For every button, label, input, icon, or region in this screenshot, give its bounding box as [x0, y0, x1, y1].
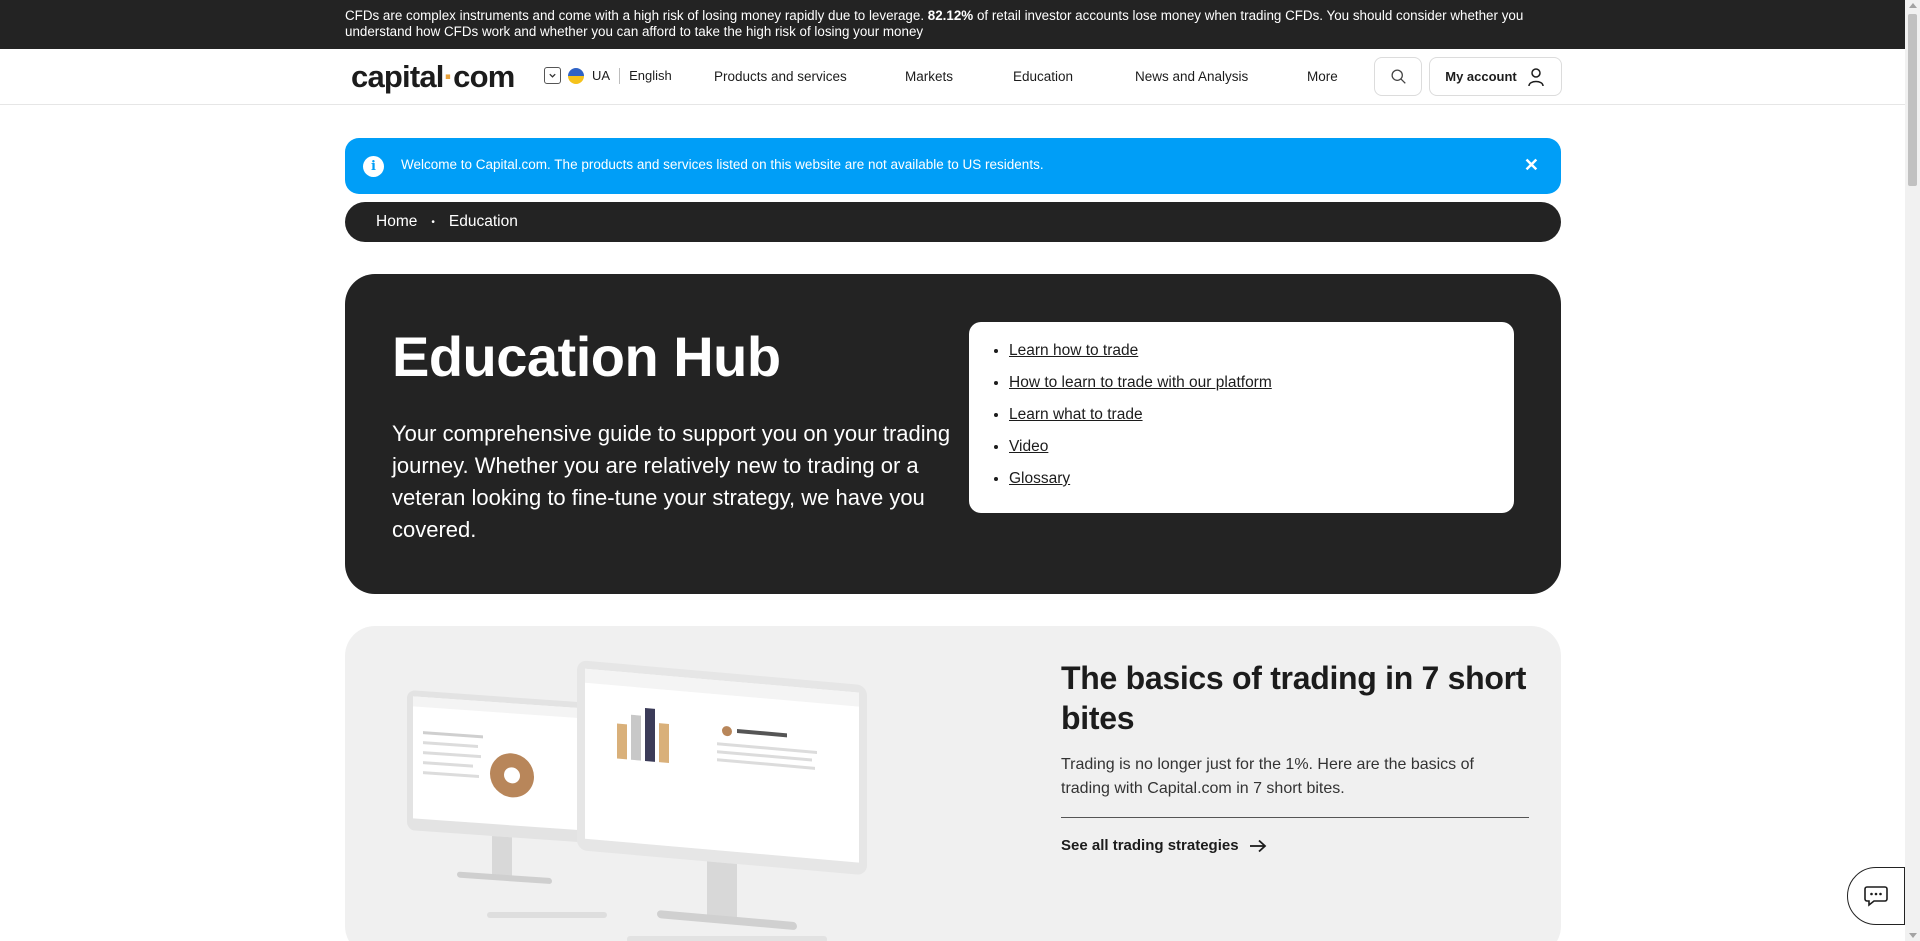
list-item: Learn how to trade: [1009, 341, 1514, 373]
capital-logo[interactable]: capital·com: [351, 59, 515, 95]
basics-title: The basics of trading in 7 short bites: [1061, 660, 1527, 736]
nav-news-and-analysis[interactable]: News and Analysis: [1135, 69, 1248, 84]
breadcrumb-separator: •: [431, 216, 435, 228]
language-label[interactable]: English: [629, 68, 672, 83]
list-item: Glossary: [1009, 469, 1514, 501]
user-icon: [1528, 67, 1544, 86]
hero-description: Your comprehensive guide to support you …: [392, 421, 951, 542]
arrow-right-icon: [1249, 839, 1266, 852]
see-all-strategies-link[interactable]: See all trading strategies: [1061, 837, 1267, 854]
link-learn-to-trade-platform[interactable]: How to learn to trade with our platform: [1009, 374, 1272, 391]
chat-button[interactable]: [1847, 867, 1905, 925]
nav-more[interactable]: More: [1307, 69, 1338, 84]
monitors-illustration: [407, 660, 867, 941]
breadcrumb: Home • Education: [345, 202, 1561, 242]
link-glossary[interactable]: Glossary: [1009, 470, 1070, 487]
risk-warning-text: CFDs are complex instruments and come wi…: [345, 8, 1545, 40]
risk-warning-percent: 82.12%: [927, 8, 974, 23]
nav-education[interactable]: Education: [1013, 69, 1073, 84]
hero-links-card: Learn how to trade How to learn to trade…: [969, 322, 1514, 513]
risk-warning-before: CFDs are complex instruments and come wi…: [345, 8, 925, 23]
education-hub-hero: Education Hub Your comprehensive guide t…: [345, 274, 1561, 594]
search-icon: [1390, 69, 1406, 84]
site-header: capital·com UA English Products and serv…: [0, 49, 1905, 105]
logo-text-left: capital: [351, 59, 444, 94]
breadcrumb-home[interactable]: Home: [376, 213, 417, 231]
chevron-down-icon[interactable]: [544, 67, 561, 84]
scroll-down-icon[interactable]: [1909, 933, 1917, 938]
nav-markets[interactable]: Markets: [905, 69, 953, 84]
my-account-button[interactable]: My account: [1429, 57, 1562, 96]
risk-warning-bar: CFDs are complex instruments and come wi…: [0, 0, 1905, 49]
basics-description: Trading is no longer just for the 1%. He…: [1061, 756, 1474, 797]
see-all-strategies-label: See all trading strategies: [1061, 837, 1239, 854]
info-icon: i: [363, 156, 384, 177]
trading-basics-card: The basics of trading in 7 short bites T…: [345, 626, 1561, 941]
search-button[interactable]: [1374, 57, 1422, 96]
divider: [619, 67, 621, 84]
link-learn-how-to-trade[interactable]: Learn how to trade: [1009, 342, 1138, 359]
chat-icon: [1864, 886, 1888, 907]
page-title: Education Hub: [392, 325, 781, 388]
ua-flag-icon: [568, 67, 584, 84]
divider: [1061, 817, 1529, 818]
page-scrollbar[interactable]: [1905, 0, 1920, 941]
link-video[interactable]: Video: [1009, 438, 1048, 455]
us-residents-notice: i Welcome to Capital.com. The products a…: [345, 138, 1561, 194]
list-item: Video: [1009, 437, 1514, 469]
region-code[interactable]: UA: [592, 68, 610, 83]
list-item: How to learn to trade with our platform: [1009, 373, 1514, 405]
nav-products-and-services[interactable]: Products and services: [714, 69, 847, 84]
logo-dot: ·: [443, 59, 454, 94]
list-item: Learn what to trade: [1009, 405, 1514, 437]
close-icon[interactable]: ✕: [1524, 155, 1539, 176]
breadcrumb-education: Education: [448, 213, 518, 230]
my-account-label: My account: [1445, 69, 1517, 84]
language-selector[interactable]: UA English: [544, 67, 672, 84]
notice-message: Welcome to Capital.com. The products and…: [401, 157, 1044, 172]
scrollbar-thumb[interactable]: [1908, 14, 1917, 186]
link-learn-what-to-trade[interactable]: Learn what to trade: [1009, 406, 1143, 423]
scroll-up-icon[interactable]: [1909, 3, 1917, 8]
logo-text-right: com: [453, 59, 515, 94]
